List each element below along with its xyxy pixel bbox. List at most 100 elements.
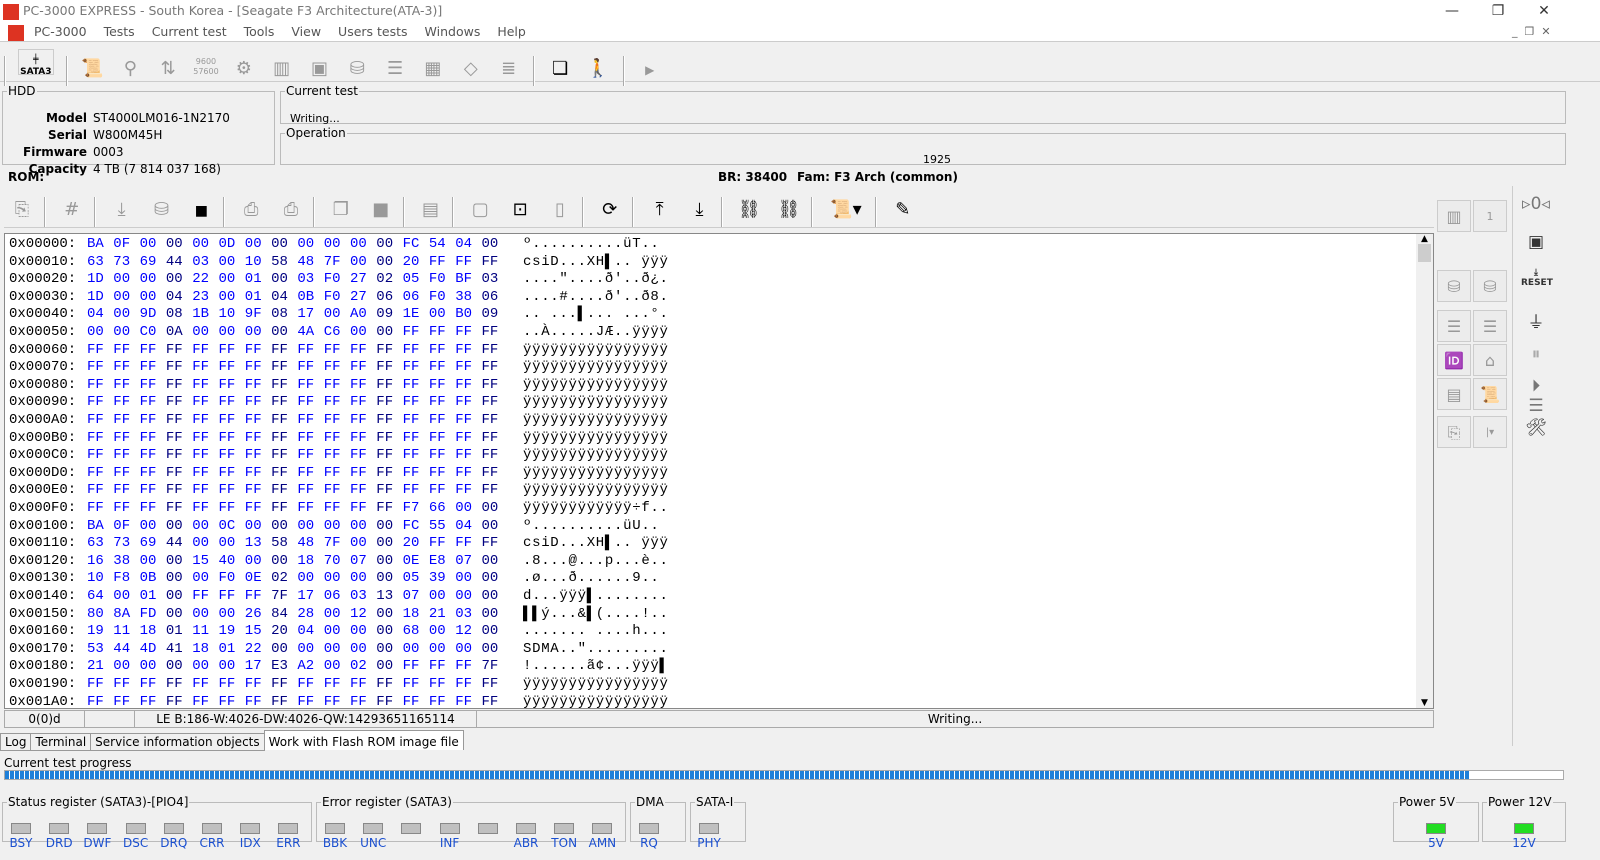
disk-read-button[interactable]: ⛁ xyxy=(1437,270,1471,302)
hex-byte[interactable]: 00 xyxy=(219,288,236,306)
hex-byte[interactable]: FF xyxy=(455,534,472,552)
hex-byte[interactable]: FF xyxy=(403,323,420,341)
grid-icon[interactable]: ▦ xyxy=(420,56,446,82)
hex-byte[interactable]: FF xyxy=(113,499,130,517)
hex-byte[interactable]: FF xyxy=(376,693,393,708)
hex-byte[interactable]: 54 xyxy=(429,235,446,253)
hex-byte[interactable]: FF xyxy=(324,341,341,359)
hex-byte[interactable]: FF xyxy=(482,393,499,411)
hex-byte[interactable]: FF xyxy=(113,675,130,693)
hex-byte[interactable]: 00 xyxy=(324,305,341,323)
scroll-button[interactable]: 📜 xyxy=(1473,378,1507,410)
hex-byte[interactable]: 00 xyxy=(482,552,499,570)
hex-byte[interactable]: 0B xyxy=(297,288,314,306)
hex-byte[interactable]: 00 xyxy=(376,517,393,535)
hex-byte[interactable]: FF xyxy=(245,446,262,464)
hex-byte[interactable]: FF xyxy=(403,693,420,708)
hex-byte[interactable]: 39 xyxy=(429,569,446,587)
hex-byte[interactable]: FF xyxy=(87,464,104,482)
hex-byte[interactable]: 00 xyxy=(297,640,314,658)
hex-byte[interactable]: FF xyxy=(140,341,157,359)
hex-byte[interactable]: FF xyxy=(87,341,104,359)
hex-byte[interactable]: FF xyxy=(87,376,104,394)
hash-icon[interactable]: # xyxy=(59,197,85,223)
hex-byte[interactable]: 20 xyxy=(403,253,420,271)
paste-icon[interactable]: ■ xyxy=(368,197,394,223)
hex-byte[interactable]: BF xyxy=(455,270,472,288)
hex-byte[interactable]: 00 xyxy=(140,270,157,288)
hex-byte[interactable]: FF xyxy=(219,675,236,693)
hex-byte[interactable]: FF xyxy=(324,358,341,376)
hex-byte[interactable]: 11 xyxy=(192,622,209,640)
hex-byte[interactable]: FF xyxy=(324,675,341,693)
hex-byte[interactable]: 21 xyxy=(87,657,104,675)
hex-byte[interactable]: 26 xyxy=(245,605,262,623)
hex-byte[interactable]: 21 xyxy=(429,605,446,623)
hex-byte[interactable]: 01 xyxy=(166,622,183,640)
hex-byte[interactable]: FF xyxy=(350,411,367,429)
hex-byte[interactable]: 00 xyxy=(376,552,393,570)
hex-byte[interactable]: FF xyxy=(245,587,262,605)
hex-byte[interactable]: 15 xyxy=(245,622,262,640)
hex-byte[interactable]: FF xyxy=(350,358,367,376)
hex-byte[interactable]: 00 xyxy=(113,305,130,323)
hex-byte[interactable]: FF xyxy=(403,657,420,675)
hex-byte[interactable]: FF xyxy=(166,393,183,411)
hex-byte[interactable]: 00 xyxy=(140,517,157,535)
hex-byte[interactable]: FF xyxy=(376,675,393,693)
hex-byte[interactable]: 28 xyxy=(297,605,314,623)
hex-byte[interactable]: FF xyxy=(297,358,314,376)
hex-byte[interactable]: FF xyxy=(324,429,341,447)
hex-byte[interactable]: FF xyxy=(271,481,288,499)
hex-byte[interactable]: FF xyxy=(403,446,420,464)
disk-icon[interactable]: ⛁ xyxy=(344,56,370,82)
hex-byte[interactable]: FF xyxy=(350,429,367,447)
hex-byte[interactable]: FF xyxy=(166,429,183,447)
hex-byte[interactable]: 05 xyxy=(403,270,420,288)
hex-byte[interactable]: 00 xyxy=(324,640,341,658)
hex-byte[interactable]: FF xyxy=(166,499,183,517)
hex-byte[interactable]: FF xyxy=(140,499,157,517)
hex-byte[interactable]: 00 xyxy=(324,235,341,253)
hex-byte[interactable]: FF xyxy=(271,341,288,359)
hex-byte[interactable]: FF xyxy=(403,341,420,359)
hex-byte[interactable]: 05 xyxy=(403,569,420,587)
hex-byte[interactable]: 00 xyxy=(166,605,183,623)
hex-byte[interactable]: FF xyxy=(376,429,393,447)
hex-byte[interactable]: FF xyxy=(429,253,446,271)
hex-byte[interactable]: 69 xyxy=(140,534,157,552)
settings-disk-icon[interactable]: ⚙ xyxy=(231,56,257,82)
hex-byte[interactable]: 58 xyxy=(271,253,288,271)
hex-byte[interactable]: FF xyxy=(429,376,446,394)
hex-byte[interactable]: FF xyxy=(297,341,314,359)
hex-byte[interactable]: 00 xyxy=(376,605,393,623)
hex-byte[interactable]: 18 xyxy=(140,622,157,640)
hex-byte[interactable]: 00 xyxy=(455,587,472,605)
hex-byte[interactable]: FF xyxy=(87,675,104,693)
mdi-controls[interactable]: _ ❐ ✕ xyxy=(1512,22,1551,42)
hex-byte[interactable]: FC xyxy=(403,235,420,253)
hex-byte[interactable]: FF xyxy=(429,358,446,376)
hex-byte[interactable]: 03 xyxy=(482,270,499,288)
chip-icon[interactable]: ▥ xyxy=(269,56,295,82)
reset-icon[interactable]: ⤓ RESET xyxy=(1521,268,1553,288)
hex-byte[interactable]: 66 xyxy=(429,499,446,517)
hex-byte[interactable]: 48 xyxy=(297,534,314,552)
hex-byte[interactable]: 1E xyxy=(403,305,420,323)
hex-byte[interactable]: FF xyxy=(376,376,393,394)
hex-byte[interactable]: F8 xyxy=(113,569,130,587)
save-as-icon[interactable]: ⎙ xyxy=(278,197,304,223)
tools-icon[interactable]: 🛠 xyxy=(1521,418,1551,438)
hex-byte[interactable]: 11 xyxy=(113,622,130,640)
hex-byte[interactable]: FF xyxy=(297,411,314,429)
hex-byte[interactable]: 00 xyxy=(455,640,472,658)
hex-byte[interactable]: FF xyxy=(350,341,367,359)
hex-byte[interactable]: FF xyxy=(245,464,262,482)
hex-byte[interactable]: FF xyxy=(192,481,209,499)
hex-byte[interactable]: FF xyxy=(297,675,314,693)
hex-byte[interactable]: 00 xyxy=(482,517,499,535)
hex-byte[interactable]: FF xyxy=(192,376,209,394)
hex-byte[interactable]: 09 xyxy=(482,305,499,323)
hex-byte[interactable]: FF xyxy=(376,393,393,411)
hex-byte[interactable]: 00 xyxy=(166,270,183,288)
